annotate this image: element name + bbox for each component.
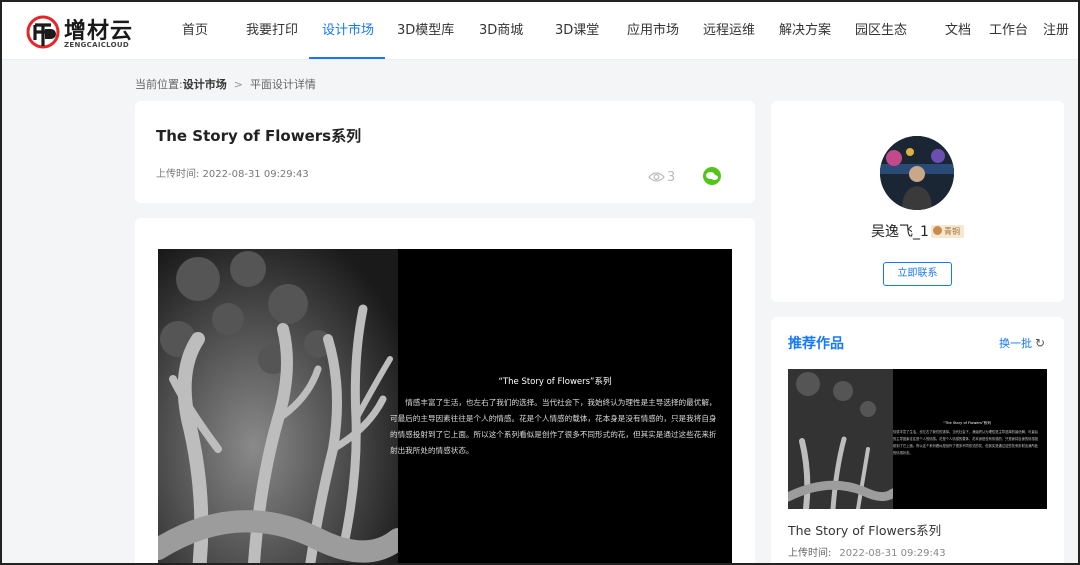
breadcrumb-current: 平面设计详情 xyxy=(249,78,316,91)
author-name[interactable]: 吴逸飞_1 xyxy=(871,224,929,240)
nav-workbench[interactable]: 工作台 xyxy=(989,2,1028,60)
nav-park-ecology[interactable]: 园区生态 xyxy=(855,2,907,60)
nav-design-market[interactable]: 设计市场 xyxy=(322,2,374,60)
recommend-thumb-illustration xyxy=(788,369,893,509)
eye-icon xyxy=(648,172,665,182)
rank-badge: 青铜 xyxy=(930,225,964,238)
nav-remote-ops[interactable]: 远程运维 xyxy=(703,2,755,60)
recommend-thumbnail[interactable]: “The Story of Flowers”系列 情感丰富了生活，也左右了我们的… xyxy=(788,369,1047,509)
work-content-card: “The Story of Flowers”系列 情感丰富了生活，也左右了我们的… xyxy=(135,218,755,563)
work-header-card: The Story of Flowers系列 上传时间: 2022-08-31 … xyxy=(135,101,755,203)
recommend-item-time-label: 上传时间: xyxy=(788,548,832,559)
author-name-row: 吴逸飞_1 青铜 xyxy=(771,221,1064,241)
nav-3d-class[interactable]: 3D课堂 xyxy=(555,2,599,60)
rank-medal-icon xyxy=(932,226,942,235)
nav-app-market[interactable]: 应用市场 xyxy=(627,2,679,60)
nav-model-library[interactable]: 3D模型库 xyxy=(397,2,454,60)
thumb-title: “The Story of Flowers”系列 xyxy=(943,421,991,425)
nav-active-indicator xyxy=(309,57,385,59)
nav-home[interactable]: 首页 xyxy=(182,2,208,60)
nav-print[interactable]: 我要打印 xyxy=(246,2,298,60)
rank-badge-label: 青铜 xyxy=(943,227,960,236)
breadcrumb-separator: > xyxy=(233,78,243,91)
recommend-item-time: 2022-08-31 09:29:43 xyxy=(839,548,946,559)
breadcrumb-prefix: 当前位置: xyxy=(135,78,183,91)
view-count-value: 3 xyxy=(667,170,676,185)
poster-title: “The Story of Flowers”系列 xyxy=(498,377,612,387)
poster-text-block: “The Story of Flowers”系列 情感丰富了生活，也左右了我们的… xyxy=(390,375,720,459)
recommend-card: 推荐作品 换一批 ↻ “The Story of Flowers”系列 情感丰富了… xyxy=(771,317,1064,563)
nav-register[interactable]: 注册 xyxy=(1043,2,1069,60)
nav-solutions[interactable]: 解决方案 xyxy=(779,2,831,60)
poster-body: 情感丰富了生活，也左右了我们的选择。当代社会下，我始终认为理性是主导选择的最优解… xyxy=(390,398,717,455)
author-avatar[interactable] xyxy=(880,136,954,210)
nav-3d-store[interactable]: 3D商城 xyxy=(479,2,523,60)
refresh-button[interactable]: 换一批 ↻ xyxy=(999,335,1045,351)
refresh-label: 换一批 xyxy=(999,337,1032,350)
page-frame: 增材云 ZENGCAICLOUD 首页 我要打印 设计市场 3D模型库 3D商城… xyxy=(0,0,1080,565)
author-card: 吴逸飞_1 青铜 立即联系 xyxy=(771,101,1064,302)
view-count: 3 xyxy=(648,170,675,185)
recommend-item-meta: 上传时间: 2022-08-31 09:29:43 xyxy=(788,544,946,559)
recommend-heading: 推荐作品 xyxy=(788,336,844,352)
main-nav: 首页 我要打印 设计市场 3D模型库 3D商城 3D课堂 应用市场 远程运维 解… xyxy=(2,2,1078,60)
thumb-body: 情感丰富了生活，也左右了我们的选择。当代社会下，我始终认为理性是主导选择的最优解… xyxy=(893,430,1039,455)
nav-docs[interactable]: 文档 xyxy=(945,2,971,60)
top-navbar: 增材云 ZENGCAICLOUD 首页 我要打印 设计市场 3D模型库 3D商城… xyxy=(2,2,1078,60)
flower-sculpture-illustration xyxy=(158,249,398,563)
work-poster-image: “The Story of Flowers”系列 情感丰富了生活，也左右了我们的… xyxy=(158,249,732,563)
work-title: The Story of Flowers系列 xyxy=(156,127,362,145)
contact-button[interactable]: 立即联系 xyxy=(883,262,952,286)
thumb-text-block: “The Story of Flowers”系列 情感丰富了生活，也左右了我们的… xyxy=(893,421,1041,457)
recommend-item-title[interactable]: The Story of Flowers系列 xyxy=(788,520,941,539)
upload-time: 上传时间: 2022-08-31 09:29:43 xyxy=(156,169,309,180)
wechat-share-icon[interactable] xyxy=(703,167,721,185)
breadcrumb: 当前位置:设计市场 > 平面设计详情 xyxy=(135,76,316,92)
breadcrumb-section-link[interactable]: 设计市场 xyxy=(183,78,227,91)
refresh-icon: ↻ xyxy=(1035,336,1046,350)
avatar-photo xyxy=(880,136,954,210)
